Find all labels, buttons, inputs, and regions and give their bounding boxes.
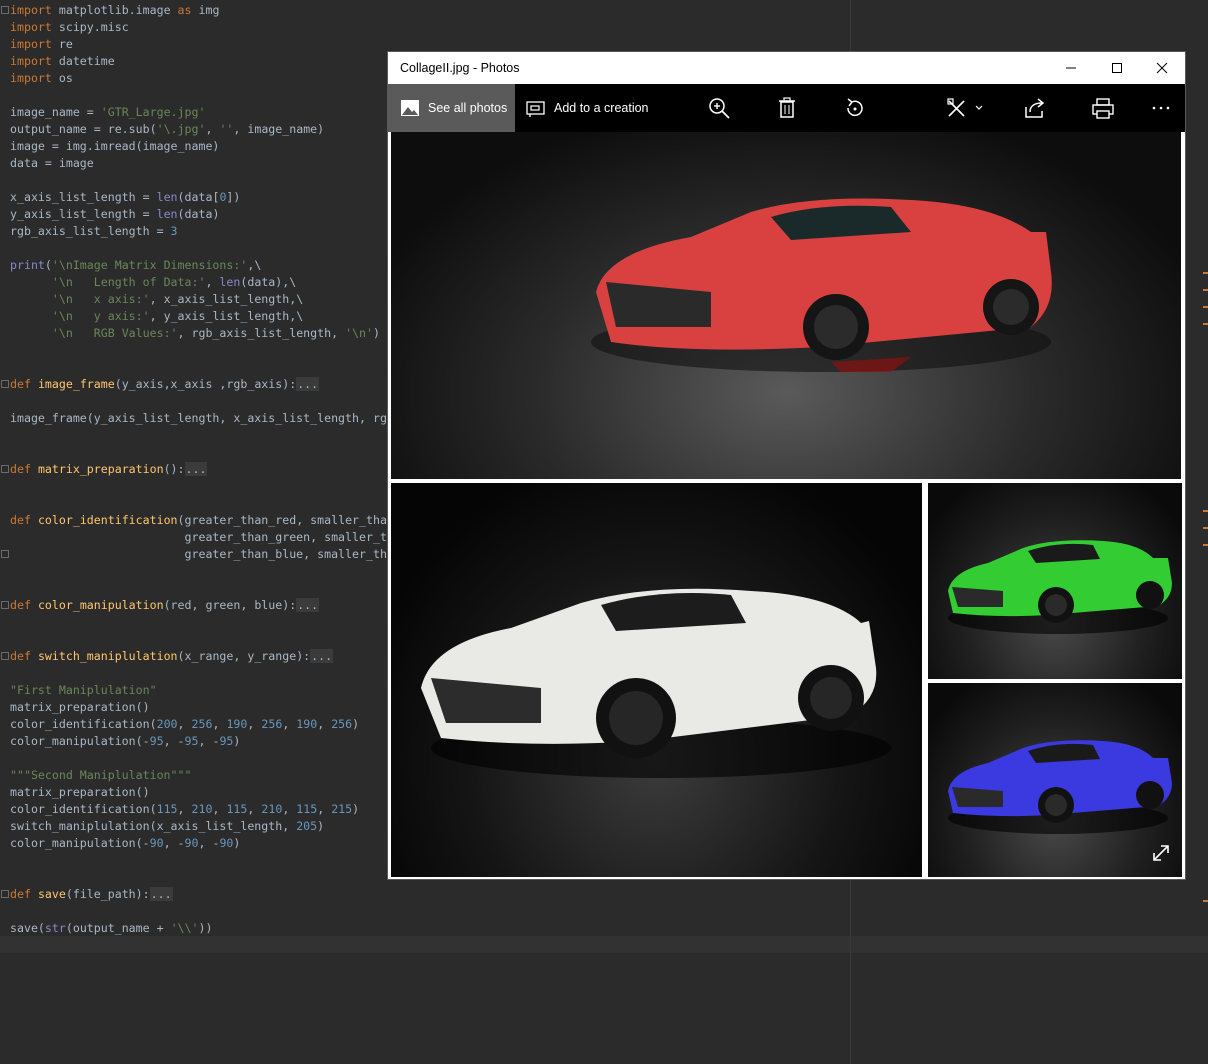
code-line[interactable]: color_manipulation(-90, -90, -90) (10, 835, 240, 852)
photos-toolbar: See all photos Add to a creation (388, 84, 1185, 132)
code-line[interactable]: import re (10, 36, 73, 53)
code-line[interactable]: color_manipulation(-95, -95, -95) (10, 733, 240, 750)
image-icon (401, 100, 419, 116)
code-line[interactable]: """Second Maniplulation""" (10, 767, 191, 784)
code-line[interactable]: print('\nImage Matrix Dimensions:',\ (10, 257, 261, 274)
maximize-icon (1112, 63, 1122, 73)
code-line[interactable]: rgb_axis_list_length = 3 (10, 223, 178, 240)
zoom-button[interactable] (707, 96, 731, 120)
current-line-highlight (0, 936, 1208, 953)
scroll-marker (1203, 306, 1208, 308)
expand-icon (1153, 845, 1169, 861)
edit-create-button[interactable] (946, 96, 990, 120)
code-line[interactable]: y_axis_list_length = len(data) (10, 206, 219, 223)
edit-icon (947, 98, 983, 117)
code-line[interactable]: greater_than_green, smaller_t (10, 529, 387, 546)
share-icon (1025, 98, 1045, 118)
code-line[interactable]: '\n y axis:', y_axis_list_length,\ (10, 308, 303, 325)
maximize-button[interactable] (1094, 52, 1140, 84)
code-line[interactable]: switch_maniplulation(x_axis_list_length,… (10, 818, 324, 835)
minimize-button[interactable] (1048, 52, 1094, 84)
code-line[interactable]: color_identification(115, 210, 115, 210,… (10, 801, 359, 818)
see-all-photos-label: See all photos (428, 101, 508, 115)
title-bar[interactable]: CollageII.jpg - Photos (388, 52, 1185, 84)
fold-marker[interactable] (1, 652, 9, 660)
scroll-marker (1203, 900, 1208, 902)
collage-image-green-car (928, 483, 1182, 679)
code-line[interactable]: def image_frame(y_axis,x_axis ,rgb_axis)… (10, 376, 320, 393)
code-line[interactable]: def color_identification(greater_than_re… (10, 512, 387, 529)
print-button[interactable] (1091, 96, 1115, 120)
code-line[interactable]: save(str(output_name + '\\')) (10, 920, 212, 937)
print-icon (1092, 98, 1114, 119)
window-title: CollageII.jpg - Photos (400, 61, 520, 75)
code-line[interactable]: def color_manipulation(red, green, blue)… (10, 597, 320, 614)
code-line[interactable]: "First Maniplulation" (10, 682, 157, 699)
code-line[interactable]: '\n Length of Data:', len(data),\ (10, 274, 296, 291)
code-line[interactable]: import scipy.misc (10, 19, 129, 36)
rotate-icon (847, 98, 863, 117)
code-line[interactable]: import os (10, 70, 73, 87)
code-line[interactable]: matrix_preparation() (10, 784, 150, 801)
collage-image-blue-car (928, 683, 1182, 877)
fold-marker[interactable] (1, 380, 9, 388)
creation-icon (526, 101, 545, 117)
code-line[interactable]: '\n x axis:', x_axis_list_length,\ (10, 291, 303, 308)
code-line[interactable]: output_name = re.sub('\.jpg', '', image_… (10, 121, 324, 138)
scroll-marker (1203, 272, 1208, 274)
code-line[interactable]: color_identification(200, 256, 190, 256,… (10, 716, 359, 733)
see-all-photos-button[interactable]: See all photos (388, 84, 515, 132)
code-line[interactable]: x_axis_list_length = len(data[0]) (10, 189, 240, 206)
code-line[interactable]: matrix_preparation() (10, 699, 150, 716)
delete-button[interactable] (775, 96, 799, 120)
code-line[interactable]: def matrix_preparation():... (10, 461, 208, 478)
add-to-creation-button[interactable]: Add to a creation (526, 84, 649, 132)
minimize-icon (1066, 67, 1076, 69)
code-line[interactable]: data = image (10, 155, 94, 172)
trash-icon (779, 97, 795, 118)
rotate-button[interactable] (843, 96, 867, 120)
more-options-button[interactable] (1149, 96, 1173, 120)
fold-marker[interactable] (1, 601, 9, 609)
code-line[interactable]: def switch_maniplulation(x_range, y_rang… (10, 648, 334, 665)
fold-marker[interactable] (1, 890, 9, 898)
code-line[interactable]: '\n RGB Values:', rgb_axis_list_length, … (10, 325, 380, 342)
photos-window[interactable]: CollageII.jpg - Photos See all photos Ad… (387, 51, 1186, 880)
scroll-marker (1203, 544, 1208, 546)
fold-marker[interactable] (1, 550, 9, 558)
collage-image-white-car (391, 483, 922, 877)
fold-marker[interactable] (1, 465, 9, 473)
code-line[interactable]: image_name = 'GTR_Large.jpg' (10, 104, 205, 121)
close-button[interactable] (1139, 52, 1185, 84)
image-viewer[interactable] (388, 132, 1185, 879)
scroll-marker (1203, 323, 1208, 325)
code-line[interactable]: greater_than_blue, smaller_th (10, 546, 387, 563)
code-line[interactable]: def save(file_path):... (10, 886, 173, 903)
scroll-marker (1203, 289, 1208, 291)
code-line[interactable]: import matplotlib.image as img (10, 2, 219, 19)
share-button[interactable] (1023, 96, 1047, 120)
add-to-creation-label: Add to a creation (554, 101, 649, 115)
code-line[interactable]: image_frame(y_axis_list_length, x_axis_l… (10, 410, 387, 427)
scroll-marker (1203, 527, 1208, 529)
code-line[interactable]: image = img.imread(image_name) (10, 138, 219, 155)
close-icon (1156, 62, 1168, 74)
fold-marker[interactable] (1, 6, 9, 14)
collage-image-red-car (391, 132, 1181, 479)
code-line[interactable]: import datetime (10, 53, 115, 70)
scroll-marker (1203, 510, 1208, 512)
zoom-in-icon (709, 98, 730, 119)
fullscreen-button[interactable] (1150, 842, 1172, 869)
more-icon (1152, 106, 1170, 110)
